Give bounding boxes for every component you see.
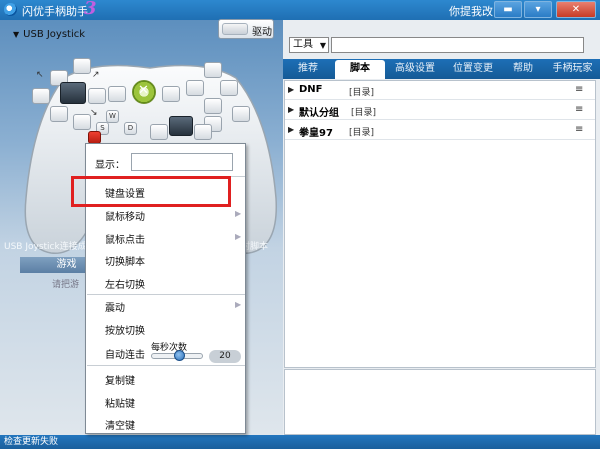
key-slot[interactable] xyxy=(73,114,91,130)
xbox-logo-icon xyxy=(132,80,156,104)
menu-item-clear[interactable]: 清空键 xyxy=(105,417,135,432)
driver-label: 驱动 xyxy=(252,27,272,38)
tools-label: 工具 xyxy=(293,39,313,50)
menu-item-mouse-move[interactable]: 鼠标移动 xyxy=(105,208,145,223)
menu-divider xyxy=(87,294,245,295)
display-input[interactable] xyxy=(131,153,233,171)
tab-position[interactable]: 位置变更 xyxy=(445,59,501,79)
script-tag: [目录] xyxy=(349,128,375,138)
autofire-rate-value: 20 xyxy=(209,350,241,363)
menu-item-switch-script[interactable]: 切换脚本 xyxy=(105,253,145,268)
connection-status: USB Joystick连接成功 xyxy=(4,242,96,252)
left-stick[interactable] xyxy=(60,82,86,104)
close-button[interactable]: ✕ xyxy=(556,1,596,18)
key-slot[interactable] xyxy=(150,124,168,140)
menu-item-switch-lr[interactable]: 左右切换 xyxy=(105,276,145,291)
app-version: 3 xyxy=(84,0,97,19)
menu-item-copy[interactable]: 复制键 xyxy=(105,372,135,387)
arrow-up-right-icon: ↗ xyxy=(92,70,100,80)
tab-players[interactable]: 手柄玩家 xyxy=(545,59,600,79)
status-bar: 检查更新失败 xyxy=(0,435,600,449)
key-slot[interactable] xyxy=(204,62,222,78)
tab-recommend[interactable]: 推荐 xyxy=(283,59,333,79)
menu-item-mouse-click[interactable]: 鼠标点击 xyxy=(105,231,145,246)
key-slot[interactable] xyxy=(50,106,68,122)
script-name: DNF xyxy=(299,84,323,95)
menu-item-autofire[interactable]: 自动连击 xyxy=(105,346,145,361)
arrow-down-right-icon: ↘ xyxy=(90,108,98,118)
triangle-down-icon: ▼ xyxy=(13,30,20,39)
list-item[interactable]: ▶ 默认分组 [目录] ≡ xyxy=(285,101,595,120)
script-tag: [目录] xyxy=(349,88,375,98)
menu-button[interactable]: ▾ xyxy=(524,1,552,18)
display-label: 显示： xyxy=(95,160,125,171)
menu-item-paste[interactable]: 粘贴键 xyxy=(105,395,135,410)
script-list: ▶ DNF [目录] ≡ ▶ 默认分组 [目录] ≡ ▶ 拳皇97 [目录] ≡ xyxy=(284,80,596,368)
back-key[interactable] xyxy=(108,86,126,102)
feedback-link[interactable]: 你提我改 xyxy=(449,3,493,19)
device-name: USB Joystick xyxy=(23,29,86,40)
key-slot[interactable] xyxy=(73,58,91,74)
start-key[interactable] xyxy=(162,86,180,102)
tab-advanced[interactable]: 高级设置 xyxy=(387,59,443,79)
minimize-button[interactable]: ▬ xyxy=(494,1,522,18)
tools-row: 工具 ▼ xyxy=(289,37,584,53)
script-name: 默认分组 xyxy=(299,108,339,119)
right-stick[interactable] xyxy=(169,116,193,136)
toggle-knob xyxy=(222,23,248,35)
tools-dropdown[interactable]: 工具 ▼ xyxy=(289,37,329,53)
hint-text: 请把游 xyxy=(52,280,80,290)
submenu-arrow-icon: ▶ xyxy=(235,232,242,241)
list-menu-icon[interactable]: ≡ xyxy=(575,124,583,135)
triangle-right-icon: ▶ xyxy=(288,85,295,94)
highlight-box xyxy=(71,176,231,207)
tab-help[interactable]: 帮助 xyxy=(503,59,543,79)
list-menu-icon[interactable]: ≡ xyxy=(575,104,583,115)
key-slot[interactable] xyxy=(204,98,222,114)
title-bar: 闪优手柄助手 3 你提我改 ▬ ▾ ✕ xyxy=(0,0,600,20)
tab-script[interactable]: 脚本 xyxy=(335,60,385,79)
tab-bar: 推荐 脚本 高级设置 位置变更 帮助 手柄玩家 xyxy=(283,59,600,79)
search-input[interactable] xyxy=(331,37,584,53)
key-d[interactable]: D xyxy=(124,122,137,135)
key-slot[interactable] xyxy=(220,80,238,96)
chevron-down-icon: ▼ xyxy=(319,41,326,50)
submenu-arrow-icon: ▶ xyxy=(235,300,242,309)
key-w[interactable]: W xyxy=(106,110,119,123)
driver-toggle-button[interactable]: 驱动 xyxy=(218,19,274,39)
app-title: 闪优手柄助手 xyxy=(22,5,88,18)
script-tag: [目录] xyxy=(351,108,377,118)
menu-item-vibrate[interactable]: 震动 xyxy=(105,299,125,314)
device-selector[interactable]: ▼ USB Joystick xyxy=(13,29,85,40)
detail-box xyxy=(284,369,596,435)
submenu-arrow-icon: ▶ xyxy=(235,209,242,218)
triangle-right-icon: ▶ xyxy=(288,125,295,134)
triangle-right-icon: ▶ xyxy=(288,105,295,114)
menu-item-hold-switch[interactable]: 按放切换 xyxy=(105,322,145,337)
list-menu-icon[interactable]: ≡ xyxy=(575,84,583,95)
key-slot[interactable] xyxy=(32,88,50,104)
key-slot[interactable] xyxy=(88,88,106,104)
script-name: 拳皇97 xyxy=(299,128,333,139)
list-item[interactable]: ▶ 拳皇97 [目录] ≡ xyxy=(285,121,595,140)
list-item[interactable]: ▶ DNF [目录] ≡ xyxy=(285,81,595,100)
menu-divider xyxy=(87,365,245,366)
key-slot[interactable] xyxy=(186,80,204,96)
key-slot[interactable] xyxy=(232,106,250,122)
key-slot[interactable] xyxy=(194,124,212,140)
app-logo-icon xyxy=(4,3,17,16)
arrow-up-left-icon: ↖ xyxy=(36,70,44,80)
